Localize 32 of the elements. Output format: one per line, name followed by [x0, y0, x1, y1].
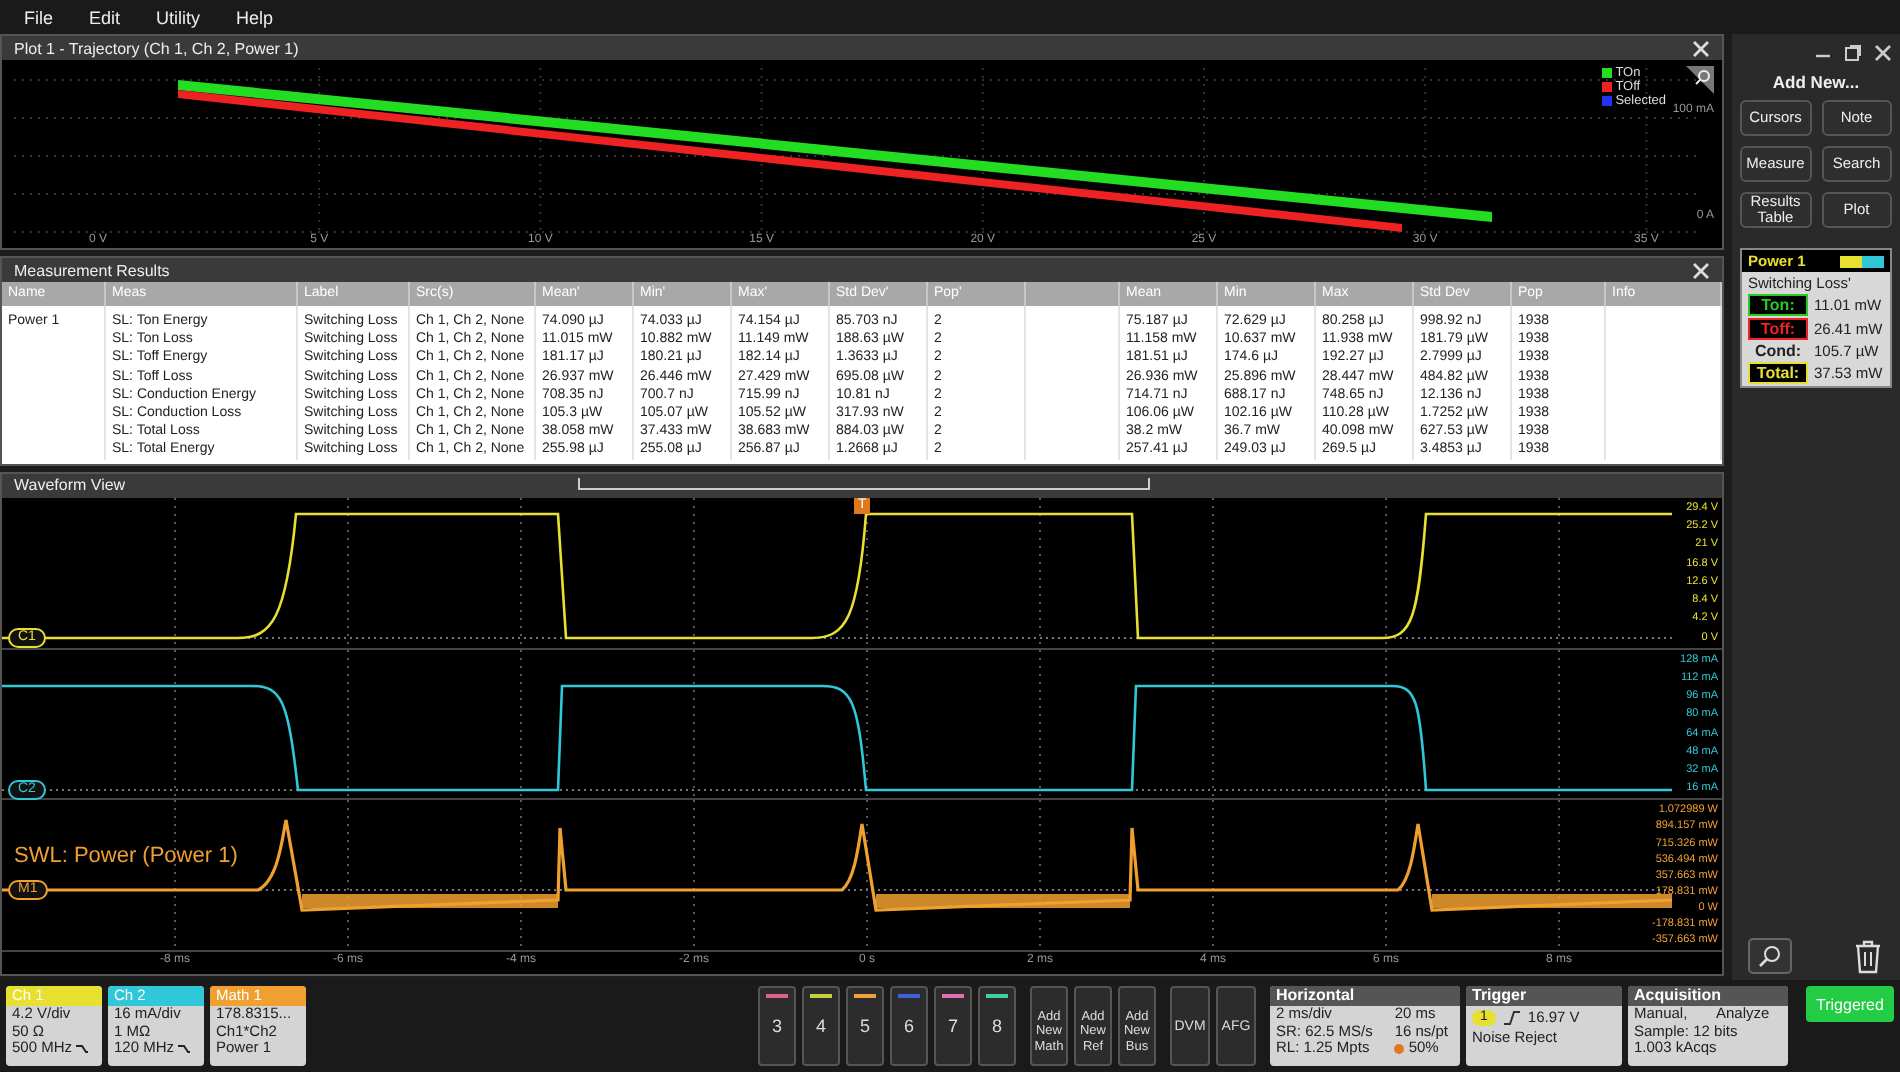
result-label: Cond:	[1752, 342, 1804, 360]
panel-title: Waveform View	[14, 476, 126, 495]
channel-button[interactable]: 4	[802, 986, 840, 1066]
close-icon[interactable]	[1692, 261, 1710, 279]
panel-title: Acquisition	[1628, 986, 1788, 1006]
menu-item[interactable]: Edit	[77, 7, 145, 27]
channel-button[interactable]: 8	[978, 986, 1016, 1066]
plot-title: Plot 1 - Trajectory (Ch 1, Ch 2, Power 1)	[14, 39, 299, 57]
panel-title: Horizontal	[1270, 986, 1460, 1006]
trace-title: SWL: Power (Power 1)	[14, 844, 238, 871]
channel-button[interactable]: 6	[890, 986, 928, 1066]
magnifier-icon[interactable]	[1686, 66, 1714, 94]
restore-icon[interactable]	[1844, 43, 1862, 61]
close-icon[interactable]	[1692, 39, 1710, 57]
result-label: Total:	[1748, 362, 1808, 384]
position-icon	[1394, 1043, 1405, 1054]
panel-title: Add New...	[1770, 72, 1862, 92]
trash-icon[interactable]	[1852, 938, 1884, 974]
panel-title: Measurement Results	[14, 261, 170, 279]
menu-item[interactable]: Help	[224, 7, 298, 27]
channel-button[interactable]: 7	[934, 986, 972, 1066]
panel-title: Trigger	[1466, 986, 1622, 1006]
close-icon[interactable]	[1874, 43, 1892, 61]
result-label: Ton:	[1748, 294, 1808, 316]
result-label: Toff:	[1748, 318, 1808, 340]
channel-button[interactable]: 3	[758, 986, 796, 1066]
menu-item[interactable]: Utility	[144, 7, 225, 27]
menu-item[interactable]: File	[12, 7, 78, 27]
channel-color-icon	[1840, 255, 1884, 267]
channel-button[interactable]: 5	[846, 986, 884, 1066]
rising-edge-icon	[1503, 1009, 1520, 1025]
zoom-icon[interactable]	[1748, 938, 1792, 974]
